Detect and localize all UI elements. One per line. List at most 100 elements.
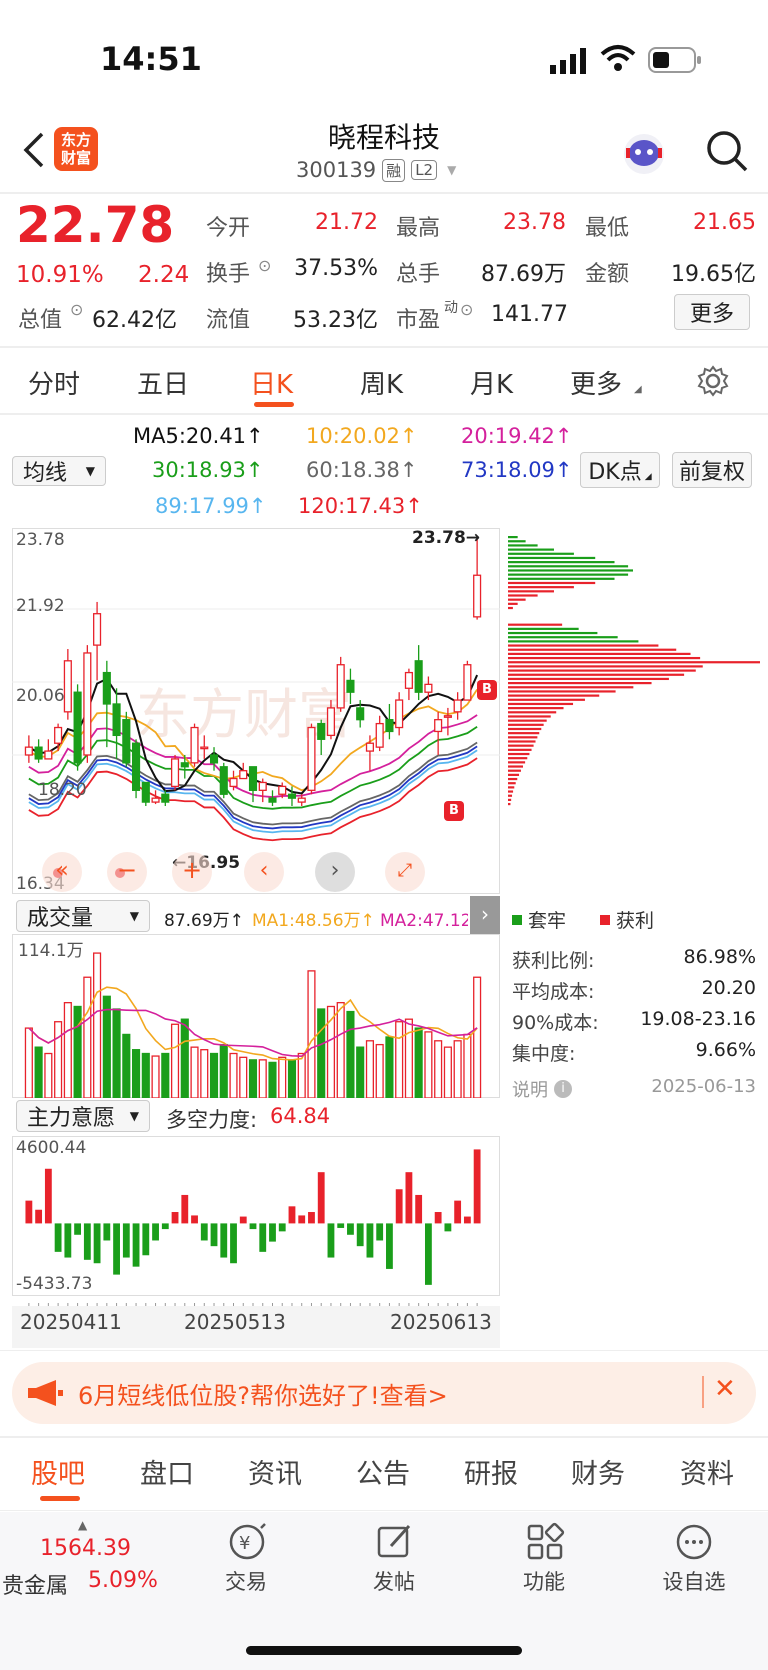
- force-bar: [220, 1223, 228, 1258]
- volume-bar: [209, 1052, 219, 1099]
- chip-bar: [508, 652, 691, 655]
- nav-add-watchlist[interactable]: 设自选: [634, 1566, 754, 1596]
- index-value[interactable]: 1564.39: [40, 1536, 131, 1561]
- more-dots-icon[interactable]: ⊙: [258, 256, 271, 275]
- tab-yanbao[interactable]: 研报: [464, 1452, 518, 1491]
- force-bar: [249, 1223, 257, 1230]
- tab-ziliao[interactable]: 资料: [680, 1452, 734, 1491]
- tab-more[interactable]: 更多: [570, 364, 622, 401]
- tab-zhouk[interactable]: 周K: [360, 364, 403, 401]
- volume-bar: [141, 1052, 150, 1099]
- b-signal-badge[interactable]: B: [477, 680, 497, 700]
- more-dots-icon[interactable]: ⊙: [70, 300, 83, 319]
- high-label: 最高: [396, 216, 441, 241]
- force-bar: [366, 1223, 374, 1258]
- tab-pankou[interactable]: 盘口: [140, 1452, 194, 1491]
- tab-yuek[interactable]: 月K: [470, 364, 513, 401]
- nav-trade[interactable]: 交易: [186, 1566, 306, 1596]
- y-axis-2: 21.92: [16, 596, 65, 616]
- volume-chart[interactable]: 114.1万: [12, 934, 500, 1099]
- force-bar: [44, 1168, 52, 1224]
- close-icon[interactable]: ✕: [714, 1374, 736, 1404]
- chip-bar: [508, 732, 540, 735]
- index-pct[interactable]: 5.09%: [88, 1568, 158, 1593]
- add-watchlist-icon[interactable]: [674, 1522, 714, 1566]
- candle-body: [268, 797, 277, 803]
- chip-stat-value: 9.66%: [695, 1039, 756, 1061]
- tab-guba[interactable]: 股吧: [31, 1452, 85, 1491]
- tab-wuri[interactable]: 五日: [137, 364, 189, 401]
- volume-bar: [414, 1027, 423, 1099]
- force-value: 64.84: [270, 1104, 331, 1128]
- more-button[interactable]: 更多: [674, 294, 750, 330]
- candle-body: [395, 699, 404, 729]
- expand-panel-icon[interactable]: ›: [470, 896, 500, 934]
- volume-bar: [385, 1036, 394, 1099]
- index-name[interactable]: 贵金属: [2, 1568, 68, 1600]
- volume-bar: [34, 1046, 43, 1099]
- scroll-right-icon[interactable]: ›: [315, 852, 355, 892]
- chip-bar: [508, 561, 615, 564]
- gear-icon[interactable]: [696, 364, 730, 402]
- force-axis-min: -5433.73: [16, 1274, 93, 1294]
- chip-bar: [508, 627, 579, 630]
- kline-chart[interactable]: 东方财富 23.78 21.92 20.06 18.20 16.34 23.78…: [12, 528, 500, 894]
- y-axis-max: 23.78: [16, 530, 65, 550]
- chip-bar: [508, 790, 514, 793]
- b-signal-badge[interactable]: B: [444, 801, 464, 821]
- divider: [0, 413, 768, 415]
- chip-bar: [508, 740, 536, 743]
- tab-gonggao[interactable]: 公告: [356, 1452, 410, 1491]
- chip-distribution[interactable]: [508, 528, 760, 894]
- force-indicator-selector[interactable]: 主力意愿 ▼: [16, 1100, 150, 1132]
- open-value: 21.72: [315, 210, 378, 235]
- robot-assistant-icon[interactable]: [620, 128, 668, 180]
- volume-axis-max: 114.1万: [18, 941, 84, 961]
- wifi-icon: [600, 44, 636, 76]
- candle-body: [473, 574, 482, 618]
- chip-note[interactable]: 说明 i: [512, 1076, 572, 1102]
- ma30-label: 30:18.93↑: [152, 458, 264, 482]
- candle-body: [63, 660, 72, 713]
- zoom-out-fast-icon[interactable]: «: [42, 852, 82, 892]
- force-bar: [259, 1223, 267, 1252]
- force-chart[interactable]: 4600.44 -5433.73: [12, 1136, 500, 1296]
- search-icon[interactable]: [704, 128, 750, 178]
- candle-body: [93, 613, 102, 646]
- tab-caiwu[interactable]: 财务: [571, 1452, 625, 1491]
- apps-icon[interactable]: [525, 1522, 565, 1566]
- zoom-in-icon[interactable]: +: [172, 852, 212, 892]
- tab-zixun[interactable]: 资讯: [248, 1452, 302, 1491]
- tab-fenshi[interactable]: 分时: [28, 364, 80, 401]
- candle-body: [200, 746, 209, 750]
- chip-stat-value: 19.08-23.16: [640, 1008, 756, 1030]
- stock-code-row[interactable]: 300139 融 L2 ▼: [296, 158, 456, 182]
- tag-rong: 融: [382, 158, 406, 182]
- chip-bar: [508, 556, 596, 560]
- chip-bar: [508, 590, 554, 593]
- post-icon[interactable]: [375, 1522, 415, 1566]
- fullscreen-icon[interactable]: ⤢: [385, 852, 425, 892]
- chip-bar: [508, 661, 760, 664]
- candle-body: [44, 750, 53, 760]
- volume-bar: [44, 1052, 53, 1099]
- promo-banner[interactable]: 6月短线低位股?帮你选好了!查看> ✕: [12, 1362, 756, 1424]
- nav-functions[interactable]: 功能: [484, 1566, 604, 1596]
- candle-body: [112, 703, 121, 737]
- more-dots-icon[interactable]: ⊙: [460, 300, 473, 319]
- dk-point-button[interactable]: DK点 ◢: [580, 452, 660, 488]
- scroll-left-icon[interactable]: ‹: [244, 852, 284, 892]
- volume-indicator-selector[interactable]: 成交量 ▼: [16, 900, 150, 932]
- ma-selector[interactable]: 均线 ▼: [12, 456, 106, 486]
- chip-bar: [508, 802, 511, 806]
- chip-bar: [508, 719, 547, 722]
- trade-icon[interactable]: ¥: [225, 1522, 269, 1566]
- mktcap-value: 62.42亿: [92, 308, 177, 333]
- zoom-out-icon[interactable]: −: [107, 852, 147, 892]
- nav-post[interactable]: 发帖: [334, 1566, 454, 1596]
- chip-bar: [508, 606, 513, 610]
- tab-rik[interactable]: 日K: [250, 364, 293, 401]
- legend-swatch: [600, 914, 610, 925]
- chip-bar: [508, 782, 516, 785]
- adjust-price-button[interactable]: 前复权: [672, 452, 752, 488]
